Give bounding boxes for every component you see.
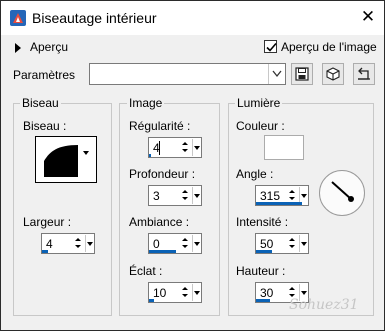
smoothness-stepper[interactable] [180,139,190,156]
bevel-group-box [13,103,112,316]
image-preview-checkbox[interactable] [264,40,277,53]
reset-icon [358,67,370,80]
light-intensity-level-bar [256,250,272,253]
window-title: Biseautage intérieur [32,10,157,26]
light-angle-spinbox[interactable]: 315 [255,185,309,206]
reset-button[interactable] [353,63,375,85]
bevel-width-level-bar [42,250,48,253]
shine-spinbox[interactable]: 10 [148,282,202,303]
depth-value: 3 [153,189,160,203]
bevel-shape-label: Biseau : [23,119,67,133]
ambience-dropdown[interactable] [192,235,201,252]
close-button[interactable]: ✕ [355,5,381,29]
psp-effect-icon [10,10,26,26]
smoothness-level-bar [149,154,151,157]
bevel-width-dropdown[interactable] [85,235,94,252]
expand-preview-arrow-icon[interactable] [15,43,21,53]
light-angle-level-bar [256,202,302,205]
light-height-level-bar [256,299,270,302]
ambience-label: Ambiance : [129,215,190,229]
light-color-label: Couleur : [236,119,285,133]
preview-toggle-label[interactable]: Aperçu [30,40,68,54]
presets-combobox[interactable] [89,63,286,85]
depth-spinbox[interactable]: 3 [148,185,202,206]
cube-icon [326,67,340,81]
depth-dropdown[interactable] [192,187,201,204]
image-group-title: Image [127,96,165,110]
checkmark-icon [266,42,277,52]
shine-value: 10 [153,286,167,300]
presets-dropdown-button[interactable] [268,64,285,84]
light-angle-label: Angle : [236,167,274,181]
light-height-label: Hauteur : [236,264,286,278]
image-preview-label[interactable]: Aperçu de l'image [281,40,377,54]
light-intensity-value: 50 [260,237,274,251]
light-angle-dial[interactable] [319,170,365,216]
light-color-swatch[interactable] [264,135,304,160]
depth-label: Profondeur : [129,167,196,181]
text-cursor [159,141,160,155]
ambience-value: 0 [153,237,160,251]
title-bar[interactable]: Biseautage intérieur ✕ [1,1,384,35]
smoothness-label: Régularité : [129,119,191,133]
random-preset-button[interactable] [322,63,344,85]
presets-label: Paramètres [13,68,76,82]
smoothness-spinbox[interactable]: 4 [148,137,202,158]
light-intensity-spinbox[interactable]: 50 [255,233,309,254]
bevel-width-value: 4 [46,237,53,251]
ambience-spinbox[interactable]: 0 [148,233,202,254]
smoothness-dropdown[interactable] [192,139,201,156]
chevron-down-icon [272,70,282,78]
bevel-shape-dropdown-icon[interactable] [83,151,89,155]
bevel-width-label: Largeur : [23,215,72,229]
shine-level-bar [149,299,154,302]
ambience-stepper[interactable] [180,235,190,252]
shine-stepper[interactable] [180,284,190,301]
light-intensity-stepper[interactable] [287,235,297,252]
bevel-width-spinbox[interactable]: 4 [41,233,95,254]
save-preset-icon [295,67,309,81]
bevel-group-title: Biseau [20,96,61,110]
light-angle-value: 315 [260,189,281,203]
angle-needle-icon [331,181,354,202]
light-height-value: 30 [260,286,274,300]
watermark: Sohuez31 [289,297,359,313]
bevel-width-stepper[interactable] [73,235,83,252]
shine-dropdown[interactable] [192,284,201,301]
shine-label: Éclat : [129,264,163,278]
light-intensity-dropdown[interactable] [299,235,308,252]
light-group-title: Lumière [235,96,283,110]
save-preset-button[interactable] [291,63,313,85]
light-intensity-label: Intensité : [236,215,289,229]
dialog-window: Biseautage intérieur ✕ Aperçu Aperçu de … [0,0,385,331]
close-icon: ✕ [360,7,376,26]
depth-stepper[interactable] [180,187,190,204]
bevel-shape-icon [44,145,78,177]
bevel-shape-picker[interactable] [35,136,97,183]
ambience-level-bar [149,250,176,253]
